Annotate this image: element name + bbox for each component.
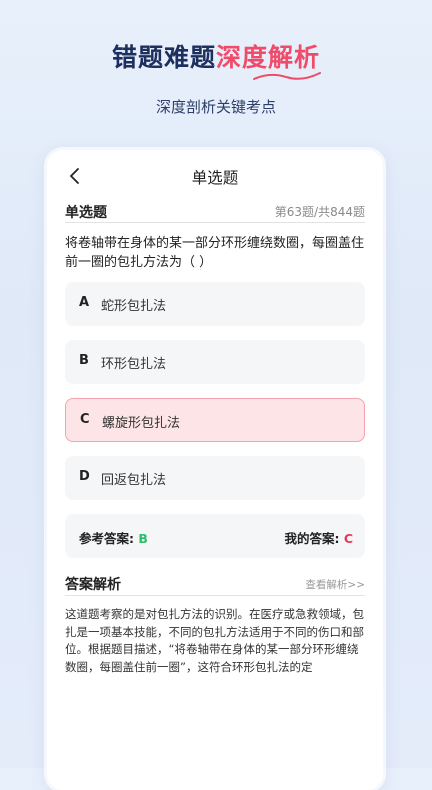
nav-bar: 单选题 xyxy=(47,150,383,202)
option-b[interactable]: B 环形包扎法 xyxy=(65,340,365,384)
option-text: 螺旋形包扎法 xyxy=(102,416,181,431)
question-header: 单选题 第63题/共844题 xyxy=(65,202,365,222)
option-letter: B xyxy=(79,353,89,368)
view-explanation-link[interactable]: 查看解析>> xyxy=(305,577,365,592)
question-text: 将卷轴带在身体的某一部分环形缠绕数圈，每圈盖住前一圈的包扎方法为（ ） xyxy=(65,236,365,270)
divider xyxy=(65,595,365,596)
hero-title-part2: 深度解析 xyxy=(216,43,321,72)
option-text: 蛇形包扎法 xyxy=(101,299,167,314)
squiggle-decoration xyxy=(253,72,321,80)
answer-summary: 参考答案: B 我的答案: C xyxy=(65,514,365,558)
option-a[interactable]: A 蛇形包扎法 xyxy=(65,282,365,326)
reference-answer-label: 参考答案: xyxy=(79,531,139,546)
explanation-title: 答案解析 xyxy=(65,577,121,593)
option-text: 回返包扎法 xyxy=(101,473,167,488)
reference-answer-value: B xyxy=(138,531,148,546)
divider xyxy=(65,222,365,223)
phone-frame: 单选题 单选题 第63题/共844题 将卷轴带在身体的某一部分环形缠绕数圈，每圈… xyxy=(47,150,383,790)
page-title: 单选题 xyxy=(191,169,239,187)
my-answer: 我的答案: C xyxy=(284,528,353,547)
reference-answer: 参考答案: B xyxy=(79,528,148,547)
option-c[interactable]: C 螺旋形包扎法 xyxy=(65,398,365,442)
hero-subtitle: 深度剖析关键考点 xyxy=(155,98,276,116)
option-text: 环形包扎法 xyxy=(101,357,167,372)
explanation-header: 答案解析 查看解析>> xyxy=(65,574,365,594)
my-answer-label: 我的答案: xyxy=(284,531,344,546)
question-type: 单选题 xyxy=(65,205,107,221)
explanation-text: 这道题考察的是对包扎方法的识别。在医疗或急救领域，包扎是一项基本技能，不同的包扎… xyxy=(65,607,364,674)
option-d[interactable]: D 回返包扎法 xyxy=(65,456,365,500)
question-progress: 第63题/共844题 xyxy=(274,205,365,219)
option-letter: D xyxy=(79,469,90,484)
hero-title: 错题难题深度解析 xyxy=(0,38,432,74)
option-letter: A xyxy=(79,295,90,310)
my-answer-value: C xyxy=(343,531,353,546)
option-letter: C xyxy=(80,412,90,427)
hero-title-part1: 错题难题 xyxy=(111,43,216,72)
